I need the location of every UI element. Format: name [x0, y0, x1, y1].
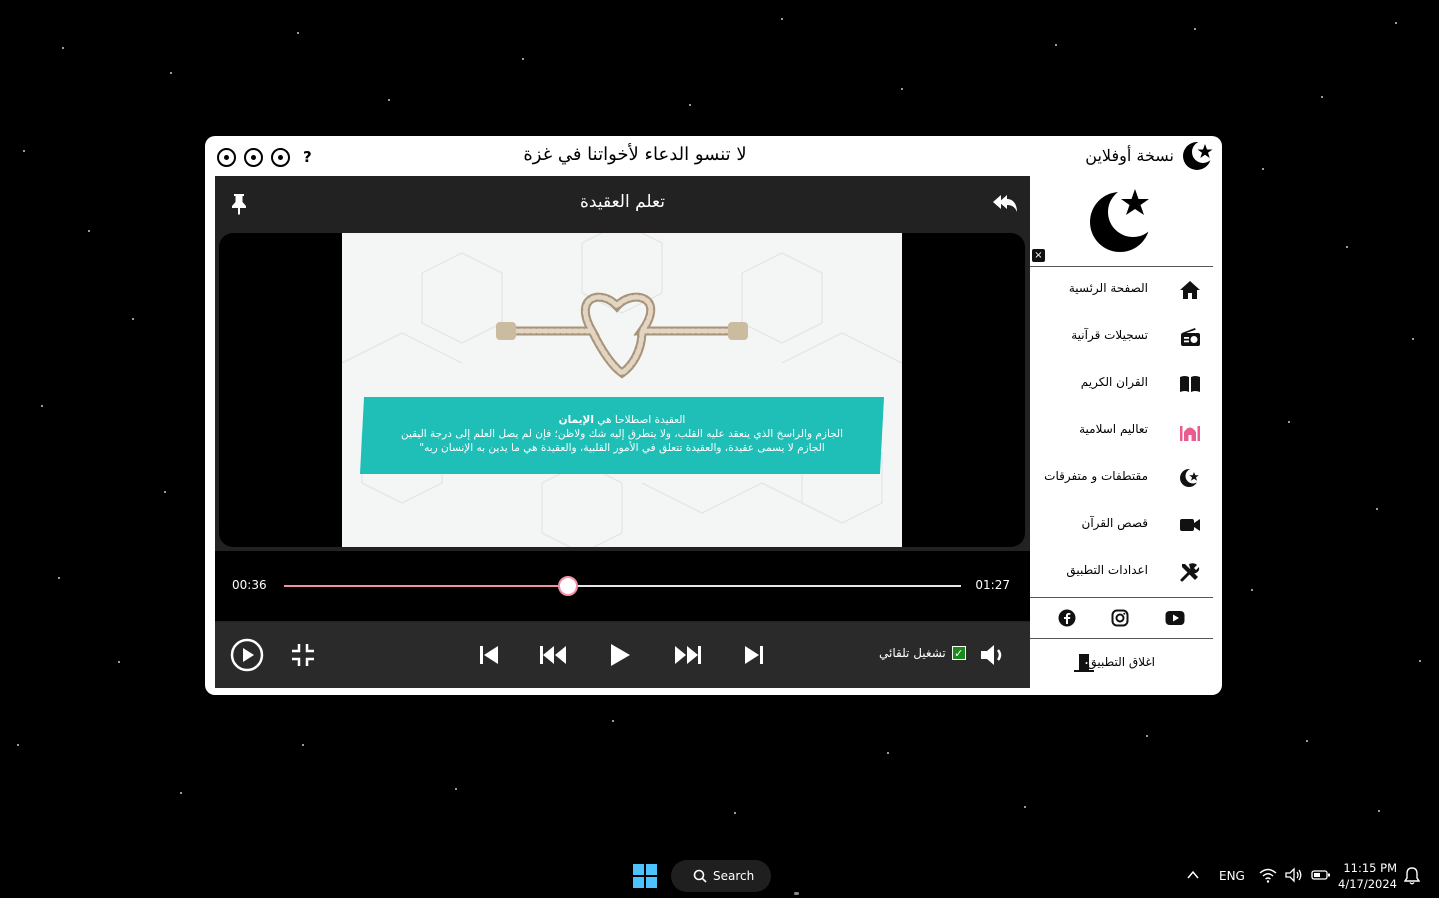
home-icon	[1180, 281, 1200, 299]
book-icon	[1180, 376, 1200, 392]
caption-title-text: العقيدة اصطلاحا هي	[593, 414, 686, 426]
seek-bar[interactable]	[284, 576, 961, 596]
chevron-up-icon[interactable]	[1186, 868, 1200, 882]
sidebar-item-label: تسجيلات قرآنية	[1071, 328, 1148, 342]
rope-heart-knot-image	[496, 292, 748, 379]
fast-forward-icon	[675, 646, 701, 664]
playback-controls: ✓ تشغيل تلقائي	[215, 622, 1030, 688]
windows-start-icon[interactable]	[633, 864, 657, 888]
rewind-icon	[540, 646, 566, 664]
crescent-star-logo-icon	[1090, 187, 1157, 252]
taskbar-search[interactable]: Search	[671, 860, 771, 892]
mosque-icon	[1180, 426, 1200, 441]
radio-icon	[1181, 328, 1200, 346]
play-circle-icon	[230, 638, 264, 672]
sidebar-item-label: القران الكريم	[1080, 375, 1148, 389]
progress-area: 00:36 01:27	[215, 551, 1030, 621]
quit-app-label: اغلاق التطبيق	[1087, 655, 1155, 669]
system-tray[interactable]	[1259, 867, 1331, 883]
youtube-icon[interactable]	[1165, 610, 1185, 626]
instagram-icon[interactable]	[1111, 609, 1129, 627]
tools-icon	[1180, 563, 1200, 582]
sidebar-item-islamic-teachings[interactable]: تعاليم اسلامية	[1030, 408, 1213, 455]
clock[interactable]: 11:15 PM 4/17/2024	[1337, 860, 1397, 892]
fast-forward-button[interactable]	[673, 639, 703, 671]
help-button[interactable]: ?	[303, 148, 312, 166]
sidebar-item-label: قصص القرآن	[1081, 516, 1149, 530]
announcement-text: لا تنسو الدعاء لأخواتنا في غزة	[523, 144, 747, 165]
skip-previous-button[interactable]	[477, 639, 501, 671]
close-window-button[interactable]	[217, 148, 236, 167]
player-panel: تعلم العقيدة العقيدة اصطلاحا هي الإيمان …	[215, 176, 1030, 688]
taskbar: Search ENG 11:15 PM 4/17/2024	[0, 854, 1439, 898]
exit-fullscreen-icon	[292, 644, 314, 666]
video-display[interactable]: العقيدة اصطلاحا هي الإيمان الجازم والراس…	[342, 233, 902, 547]
player-header: تعلم العقيدة	[215, 176, 1030, 231]
taskbar-indicator	[794, 892, 799, 895]
offline-version-label: نسخة أوفلاين	[1085, 145, 1174, 165]
video-frame[interactable]: العقيدة اصطلاحا هي الإيمان الجازم والراس…	[219, 233, 1025, 547]
quit-app-button[interactable]: اغلاق التطبيق	[1030, 639, 1213, 687]
autoplay-toggle[interactable]: ✓ تشغيل تلقائي	[879, 646, 966, 660]
video-camera-icon	[1180, 519, 1200, 531]
current-time: 00:36	[232, 578, 267, 592]
crescent-star-logo-icon	[1183, 141, 1214, 170]
clock-date: 4/17/2024	[1338, 877, 1397, 891]
social-links	[1030, 598, 1213, 638]
speaker-icon	[1285, 867, 1302, 883]
page-title: تعلم العقيدة	[580, 192, 665, 212]
caption-line-2: الجازم لا يسمى عقيدة، والعقيدة تتعلق في …	[419, 442, 825, 454]
window-controls	[217, 148, 290, 167]
close-sidebar-button[interactable]: ×	[1032, 249, 1045, 262]
reply-all-back-icon[interactable]	[992, 192, 1018, 214]
crescent-star-icon	[1180, 468, 1201, 487]
sidebar: × الصفحة الرئسية تسجيلات قرآنية القران ا…	[1030, 176, 1213, 688]
islamic-pattern-background	[342, 233, 902, 547]
clock-time: 11:15 PM	[1343, 861, 1397, 875]
battery-icon	[1311, 870, 1330, 880]
wifi-icon	[1259, 868, 1277, 883]
video-caption: العقيدة اصطلاحا هي الإيمان الجازم والراس…	[368, 413, 876, 455]
sidebar-item-label: الصفحة الرئسية	[1068, 281, 1148, 295]
app-window: ? لا تنسو الدعاء لأخواتنا في غزة نسخة أو…	[205, 136, 1222, 695]
volume-icon	[981, 645, 1002, 665]
sidebar-item-holy-quran[interactable]: القران الكريم	[1030, 361, 1213, 408]
sidebar-item-label: اعدادات التطبيق	[1066, 563, 1148, 577]
language-indicator[interactable]: ENG	[1219, 869, 1245, 883]
maximize-window-button[interactable]	[244, 148, 263, 167]
skip-next-button[interactable]	[742, 639, 766, 671]
sidebar-item-home[interactable]: الصفحة الرئسية	[1030, 267, 1213, 314]
exit-door-icon	[1074, 654, 1094, 672]
play-circle-button[interactable]	[229, 638, 265, 672]
seek-bar-progress	[284, 585, 569, 587]
sidebar-item-quran-recordings[interactable]: تسجيلات قرآنية	[1030, 314, 1213, 361]
autoplay-checkbox[interactable]: ✓	[951, 646, 966, 660]
rewind-button[interactable]	[538, 639, 568, 671]
facebook-icon[interactable]	[1058, 609, 1076, 627]
notification-bell-icon[interactable]	[1404, 867, 1420, 885]
play-button[interactable]	[607, 639, 633, 671]
sidebar-item-excerpts[interactable]: مقتطفات و متفرقات	[1030, 455, 1213, 502]
minimize-window-button[interactable]	[271, 148, 290, 167]
search-icon	[693, 869, 707, 883]
caption-line-1: الجازم والراسخ الذي ينعقد عليه القلب، ول…	[400, 428, 844, 440]
exit-fullscreen-button[interactable]	[290, 639, 316, 671]
skip-previous-icon	[480, 646, 498, 664]
volume-button[interactable]	[978, 639, 1008, 671]
play-icon	[611, 644, 630, 666]
skip-next-icon	[745, 646, 763, 664]
sidebar-item-app-settings[interactable]: اعدادات التطبيق	[1030, 549, 1213, 596]
autoplay-label: تشغيل تلقائي	[879, 646, 946, 660]
seek-bar-thumb[interactable]	[558, 576, 579, 596]
search-label: Search	[713, 869, 755, 883]
brand: نسخة أوفلاين	[1085, 139, 1214, 171]
sidebar-item-label: مقتطفات و متفرقات	[1044, 469, 1148, 483]
sidebar-item-label: تعاليم اسلامية	[1079, 422, 1148, 436]
caption-title-emphasis: الإيمان	[558, 414, 594, 426]
caption-title: العقيدة اصطلاحا هي الإيمان	[368, 413, 876, 427]
sidebar-item-quran-stories[interactable]: قصص القرآن	[1030, 502, 1213, 549]
total-time: 01:27	[975, 578, 1010, 592]
title-bar: ? لا تنسو الدعاء لأخواتنا في غزة نسخة أو…	[205, 136, 1222, 176]
